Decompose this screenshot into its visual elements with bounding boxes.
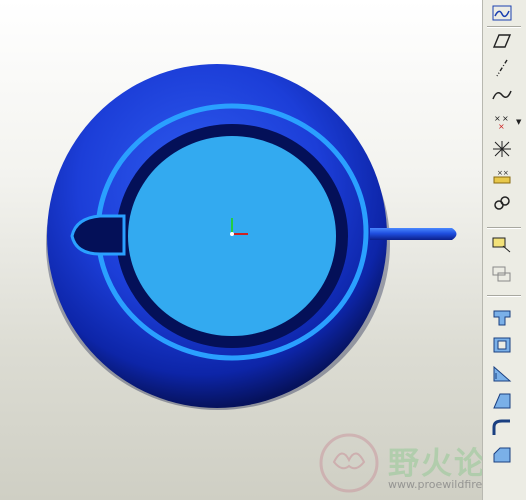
draft-icon [493,393,511,409]
draft-tool-button[interactable] [489,389,515,413]
watermark-logo-icon [319,433,379,493]
shell-tool-button[interactable] [489,333,515,357]
right-feature-toolbar: × × × ▼ ×× [482,0,526,500]
rib-icon [493,365,512,382]
copy-tool-button[interactable] [489,232,515,256]
paste-tool-button[interactable] [489,262,515,286]
round-tool-button[interactable] [489,416,515,440]
datum-point-tool-button[interactable]: × × × [489,110,515,134]
round-icon [492,419,510,435]
watermark-title: 野火论坛 [388,446,482,482]
svg-text:××: ×× [497,169,509,177]
axis-tool-button[interactable] [489,56,515,80]
extrude-chain-icon [494,196,510,210]
handle-notch [70,214,126,256]
coordinate-system-tool-button[interactable] [489,137,515,161]
curve-tool-button[interactable] [489,83,515,107]
watermark-url: www.proewildfire.cn [388,478,482,491]
dropdown-arrow-icon[interactable]: ▼ [516,118,521,126]
sketch-tool-button[interactable] [489,1,515,25]
curve-icon [492,90,512,100]
coordinate-system-icon [493,141,511,157]
chamfer-icon [493,447,511,463]
extrude-chain-tool-button[interactable] [489,191,515,215]
sketch-icon [492,5,512,21]
svg-text:×: × [498,122,505,131]
hole-icon [493,310,511,326]
analysis-icon: ×× [493,169,511,184]
paste-icon [492,266,511,282]
toolbar-separator [487,227,521,229]
spout[interactable] [370,228,457,240]
axis-icon [496,59,508,77]
toolbar-separator [487,295,521,297]
shell-icon [493,337,511,353]
plane-icon [493,34,511,48]
toolbar-separator [487,26,521,28]
teapot-lid-model[interactable] [0,0,482,500]
rib-tool-button[interactable] [489,362,515,386]
chamfer-tool-button[interactable] [489,443,515,467]
graphics-window[interactable]: 野火论坛 www.proewildfire.cn [0,0,482,500]
hole-tool-button[interactable] [489,306,515,330]
plane-tool-button[interactable] [489,29,515,53]
copy-icon [492,237,511,253]
datum-point-icon: × ×× [494,114,509,131]
analysis-tool-button[interactable]: ×× [489,164,515,188]
